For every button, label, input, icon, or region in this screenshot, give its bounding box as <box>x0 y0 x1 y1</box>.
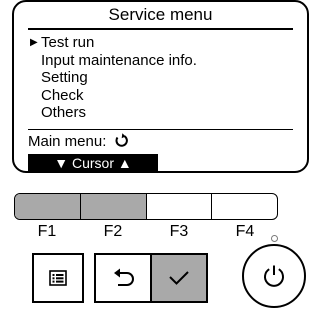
f4-label: F4 <box>235 223 255 240</box>
title-divider <box>28 28 293 30</box>
menu-item-test-run[interactable]: ▶ Test run <box>28 34 197 52</box>
function-key-strip <box>14 193 278 220</box>
power-button[interactable] <box>242 244 306 308</box>
lcd-screen: Service menu ▶ Test run Input maintenance… <box>12 0 309 173</box>
menu-list-icon <box>49 270 67 286</box>
menu-item-label: Check <box>41 86 84 104</box>
selection-cursor-icon: ▶ <box>30 37 38 48</box>
f2-label: F2 <box>103 223 123 240</box>
menu-item-label: Setting <box>41 69 88 86</box>
cursor-hint-bar: ▼ Cursor ▲ <box>28 154 158 172</box>
return-button[interactable] <box>94 253 152 303</box>
menu-item-label: Test run <box>41 34 95 51</box>
checkmark-icon <box>169 271 189 285</box>
return-arrow-icon <box>115 133 128 147</box>
menu-button[interactable] <box>32 253 84 303</box>
power-icon <box>264 265 284 287</box>
menu-item-label: Input maintenance info. <box>41 51 197 69</box>
main-menu-hint: Main menu: <box>28 132 129 151</box>
screen-title: Service menu <box>108 5 213 24</box>
menu-item-setting[interactable]: Setting <box>28 69 197 87</box>
power-led-indicator <box>271 235 278 242</box>
confirm-button[interactable] <box>150 253 208 303</box>
menu-item-input-maintenance-info[interactable]: Input maintenance info. <box>28 52 197 70</box>
f4-key[interactable] <box>212 194 277 219</box>
return-arrow-icon <box>114 268 134 286</box>
f2-key[interactable] <box>80 194 147 219</box>
main-menu-label: Main menu: <box>28 133 107 150</box>
f1-key[interactable] <box>15 194 81 219</box>
function-key-labels: F1 F2 F3 F4 <box>14 223 278 241</box>
menu-item-label: Others <box>41 104 87 121</box>
f3-label: F3 <box>169 223 189 240</box>
menu-item-others[interactable]: Others <box>28 104 197 122</box>
menu-item-check[interactable]: Check <box>28 87 197 105</box>
service-menu-list: ▶ Test run Input maintenance info. Settin… <box>28 34 197 122</box>
f3-key[interactable] <box>147 194 213 219</box>
f1-label: F1 <box>37 223 57 240</box>
footer-divider <box>28 129 293 130</box>
